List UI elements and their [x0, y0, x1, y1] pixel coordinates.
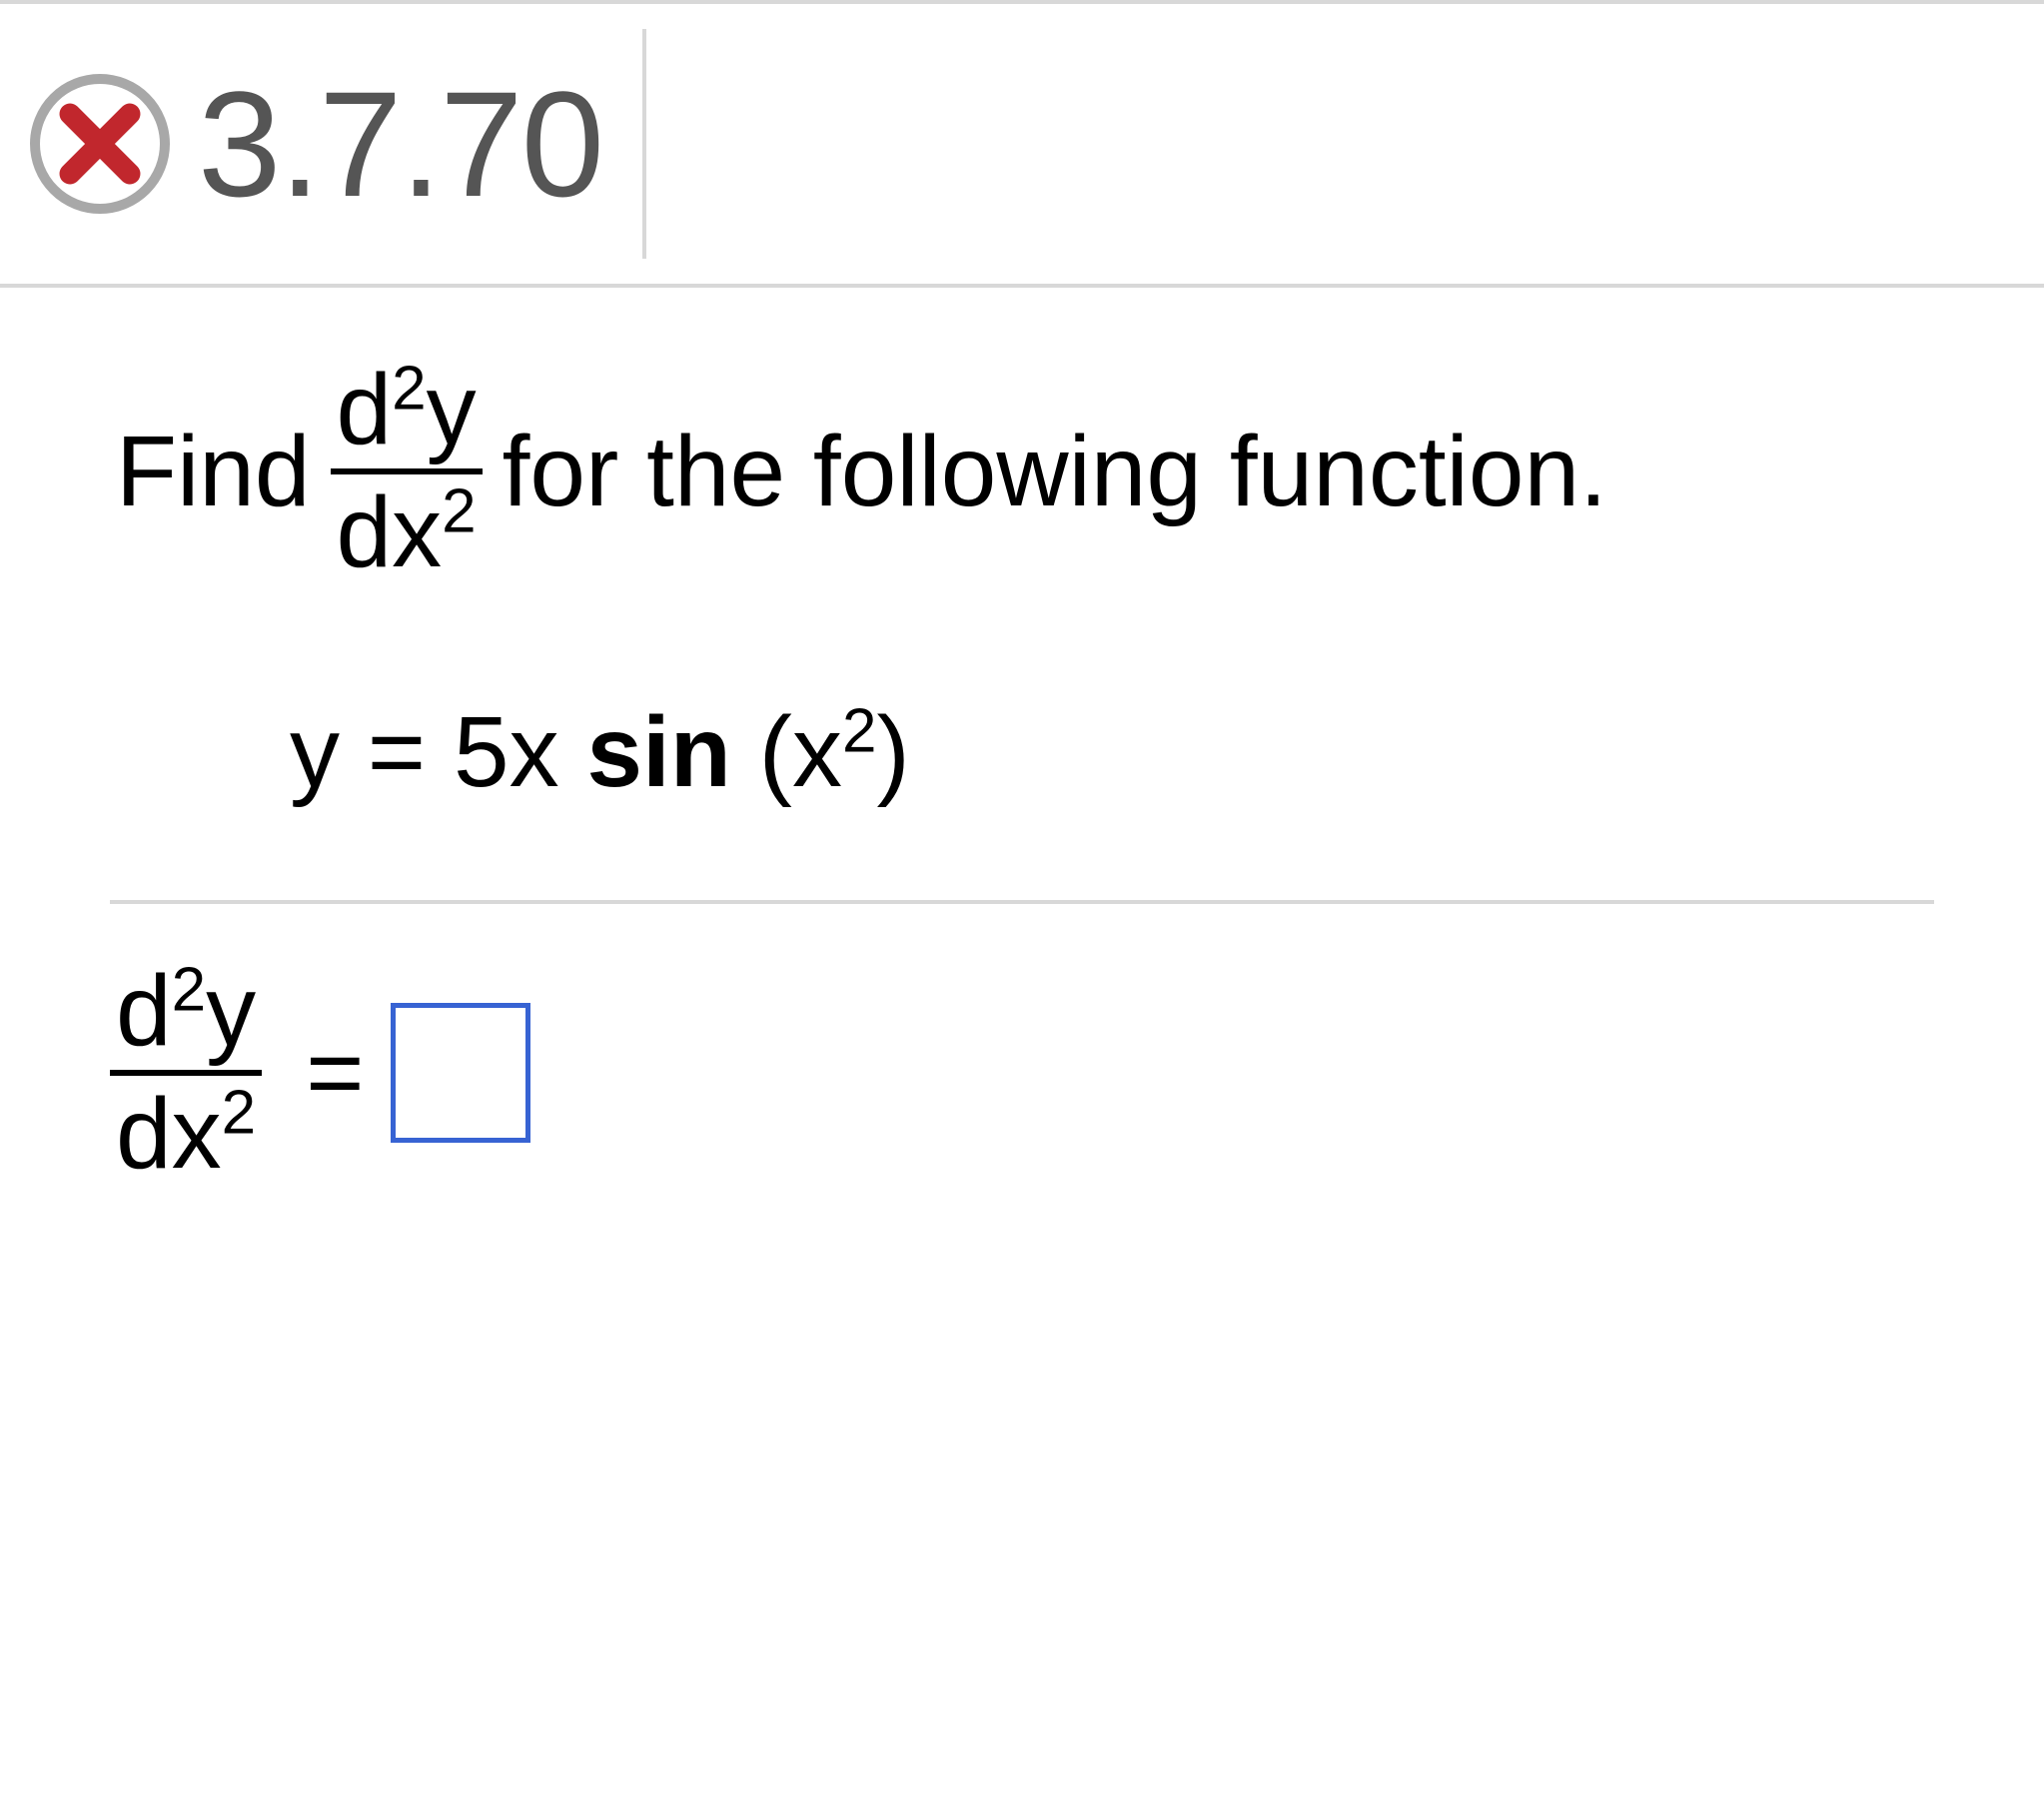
text-suffix: for the following function.	[497, 415, 1613, 529]
fraction-denominator: dx2	[331, 480, 483, 585]
answer-fraction-bar	[110, 1070, 262, 1076]
fraction-bar	[331, 468, 483, 474]
ans-num-exp: 2	[172, 956, 206, 1025]
question-block: Find d2y dx2 for the following function.…	[110, 358, 1934, 904]
eq-sp2	[731, 696, 759, 808]
eq-open: (x	[759, 696, 842, 808]
problem-number: 3.7.70	[198, 58, 602, 231]
ans-num-base: d	[116, 955, 172, 1067]
answer-derivative-fraction: d2y dx2	[110, 959, 262, 1187]
header-left: 3.7.70	[30, 29, 646, 259]
text-prefix: Find	[110, 415, 317, 529]
num-exp: 2	[392, 355, 426, 424]
ans-den-exp: 2	[222, 1079, 256, 1148]
eq-lhs: y	[290, 696, 340, 808]
fraction-numerator: d2y	[331, 358, 483, 462]
derivative-fraction: d2y dx2	[331, 358, 483, 585]
num-base: d	[337, 354, 393, 465]
answer-fraction-numerator: d2y	[110, 959, 262, 1064]
answer-input[interactable]	[391, 1003, 530, 1143]
answer-block: d2y dx2 =	[110, 904, 1934, 1187]
eq-close: )	[876, 696, 909, 808]
incorrect-icon	[30, 74, 170, 214]
den-base: dx	[337, 476, 443, 588]
content-area: Find d2y dx2 for the following function.…	[0, 288, 2044, 1187]
answer-fraction-denominator: dx2	[110, 1082, 262, 1187]
ans-den-base: dx	[116, 1078, 222, 1190]
question-text: Find d2y dx2 for the following function.	[110, 358, 1934, 585]
answer-equals: =	[306, 1016, 364, 1131]
eq-sign: =	[340, 696, 454, 808]
eq-coef: 5x	[454, 696, 559, 808]
num-var: y	[427, 354, 477, 465]
ans-num-var: y	[206, 955, 256, 1067]
problem-header: 3.7.70	[0, 4, 2044, 288]
equation-line: y = 5x sin (x2)	[290, 695, 1934, 810]
eq-func: sin	[586, 696, 730, 808]
eq-sp1	[559, 696, 587, 808]
den-exp: 2	[442, 477, 476, 546]
x-icon	[56, 100, 144, 188]
eq-exp: 2	[842, 697, 876, 766]
